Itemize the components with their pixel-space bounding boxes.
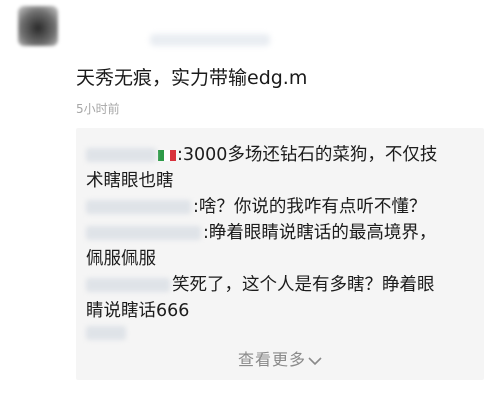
reply-author-blurred[interactable] bbox=[86, 200, 191, 214]
view-more-button[interactable]: 查看更多 bbox=[76, 346, 484, 370]
post-text: 天秀无痕，实力带输edg.m bbox=[76, 67, 308, 89]
reply-author-blurred[interactable] bbox=[86, 226, 201, 240]
reply-3-text-cont: 佩服佩服 bbox=[86, 249, 156, 269]
reply-1-text: :3000多场还钻石的菜狗，不仅技 bbox=[177, 145, 438, 165]
reply-4[interactable]: 笑死了，这个人是有多瞎？睁着眼 睛说瞎话666 bbox=[86, 272, 435, 324]
reply-4-text-cont: 睛说瞎话666 bbox=[86, 301, 190, 321]
comment-thread: :3000多场还钻石的菜狗，不仅技 术瞎眼也瞎 :啥？你说的我咋有点听不懂？ :… bbox=[76, 128, 484, 380]
post-timestamp: 5小时前 bbox=[76, 102, 120, 116]
reply-author-blurred[interactable] bbox=[86, 148, 156, 162]
reply-2-text: :啥？你说的我咋有点听不懂？ bbox=[193, 197, 427, 217]
username-blurred bbox=[150, 34, 270, 46]
view-more-label: 查看更多 bbox=[237, 350, 306, 369]
chevron-down-icon bbox=[308, 356, 322, 365]
reply-2[interactable]: :啥？你说的我咋有点听不懂？ bbox=[86, 194, 426, 220]
reply-3-text: :睁着眼睛说瞎话的最高境界， bbox=[203, 223, 437, 243]
reply-1-text-cont: 术瞎眼也瞎 bbox=[86, 171, 174, 191]
reply-3[interactable]: :睁着眼睛说瞎话的最高境界， 佩服佩服 bbox=[86, 220, 436, 272]
reply-1[interactable]: :3000多场还钻石的菜狗，不仅技 术瞎眼也瞎 bbox=[86, 142, 437, 194]
reply-author-blurred[interactable] bbox=[86, 278, 170, 292]
reply-author-blurred bbox=[86, 326, 126, 340]
italy-flag-icon bbox=[158, 149, 176, 161]
reply-4-text: 笑死了，这个人是有多瞎？睁着眼 bbox=[172, 275, 435, 295]
avatar[interactable] bbox=[18, 6, 58, 46]
